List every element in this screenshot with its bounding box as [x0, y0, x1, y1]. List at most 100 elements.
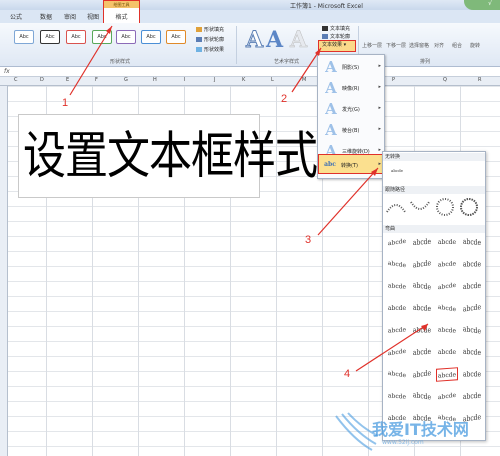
- transform-warp-option[interactable]: abcde: [386, 256, 408, 272]
- transform-warp-option[interactable]: abcde: [411, 234, 433, 252]
- column-header[interactable]: D: [40, 77, 44, 83]
- wordart-group-label: 艺术字样式: [274, 59, 300, 65]
- tab-view[interactable]: 视图: [87, 12, 99, 21]
- shape-style-7[interactable]: Abc: [166, 30, 186, 44]
- chevron-right-icon: ▸: [378, 105, 381, 111]
- transform-warp-option[interactable]: abcde: [386, 279, 408, 294]
- window-controls[interactable]: √: [464, 0, 500, 10]
- text-outline-button[interactable]: 文本轮廓: [322, 33, 350, 40]
- text-effects-button[interactable]: 文本效果 ▾: [318, 40, 356, 52]
- follow-path-samples[interactable]: [383, 196, 486, 218]
- transform-warp-option[interactable]: abcde: [436, 257, 458, 272]
- chevron-right-icon: ▸: [378, 63, 381, 69]
- shape-style-5[interactable]: Abc: [116, 30, 136, 44]
- column-header[interactable]: G: [124, 77, 128, 83]
- shape-style-1[interactable]: Abc: [14, 30, 34, 44]
- transform-warp-option[interactable]: abcde: [436, 323, 458, 338]
- drawing-tools-header: 绘图工具: [104, 1, 139, 8]
- tab-format[interactable]: 绘图工具 格式: [103, 0, 140, 25]
- shape-style-2[interactable]: Abc: [40, 30, 60, 44]
- fx-icon[interactable]: fx: [4, 68, 10, 75]
- column-headers: C D E F G H I J K L M N O P Q R: [0, 77, 500, 86]
- align-button[interactable]: 对齐: [434, 42, 444, 49]
- check-icon[interactable]: √: [488, 0, 492, 7]
- group-button[interactable]: 组合: [452, 42, 462, 49]
- menu-item-glow[interactable]: A 发光(G) ▸: [320, 99, 384, 120]
- formula-bar[interactable]: fx: [0, 67, 500, 77]
- transform-warp-option[interactable]: abcde: [436, 388, 458, 404]
- transform-warp-option[interactable]: abcde: [436, 300, 458, 316]
- column-header[interactable]: I: [184, 77, 185, 83]
- column-header[interactable]: J: [214, 77, 215, 83]
- wordart-style-light[interactable]: A: [290, 27, 308, 54]
- transform-warp-option[interactable]: abcde: [386, 302, 408, 315]
- transform-warp-option[interactable]: abcde: [436, 346, 458, 359]
- column-header[interactable]: R: [478, 77, 481, 83]
- column-header[interactable]: Q: [443, 77, 447, 83]
- effects-icon: [196, 47, 202, 52]
- shape-style-3[interactable]: Abc: [66, 30, 86, 44]
- transform-warp-option[interactable]: abcde: [411, 344, 433, 362]
- selection-pane-button[interactable]: 选择窗格: [409, 42, 429, 49]
- text-fill-button[interactable]: 文本填充: [322, 25, 350, 32]
- menu-item-shadow[interactable]: A 阴影(S) ▸: [320, 57, 384, 78]
- tab-data[interactable]: 数据: [40, 12, 52, 21]
- transform-warp-option[interactable]: abcde: [386, 323, 408, 338]
- transform-warp-option[interactable]: abcde: [461, 344, 483, 362]
- arrange-group-label: 排列: [420, 59, 431, 65]
- transform-warp-option[interactable]: abcde: [461, 278, 483, 296]
- transform-warp-option[interactable]: abcde: [386, 366, 408, 382]
- send-backward-button[interactable]: 下移一层: [386, 42, 406, 49]
- transform-warp-option[interactable]: abcde: [436, 236, 458, 249]
- section-warp: 弯曲: [383, 225, 485, 233]
- transform-warp-option[interactable]: abcde: [411, 255, 433, 274]
- transform-warp-option[interactable]: abcde: [411, 300, 433, 318]
- wordart-style-outline[interactable]: A: [245, 27, 263, 54]
- menu-item-bevel[interactable]: A 棱台(B) ▸: [320, 120, 384, 141]
- column-header[interactable]: K: [242, 77, 245, 83]
- transform-warp-option[interactable]: abcde: [386, 234, 408, 250]
- text-box-content[interactable]: 设置文本框样式: [23, 121, 318, 192]
- transform-warp-option[interactable]: abcde: [411, 365, 433, 384]
- transform-warp-option[interactable]: abcde: [461, 234, 483, 252]
- column-header[interactable]: M: [302, 77, 306, 83]
- tab-review[interactable]: 审阅: [64, 12, 76, 21]
- column-header[interactable]: C: [14, 77, 18, 83]
- column-header[interactable]: H: [153, 77, 157, 83]
- menu-item-transform[interactable]: abc 转换(T) ▸: [318, 154, 385, 174]
- chevron-right-icon: ▸: [378, 84, 381, 90]
- shape-outline-button[interactable]: 形状轮廓: [196, 36, 224, 43]
- step-marker-4: 4: [344, 368, 351, 380]
- transform-warp-option[interactable]: abcde: [461, 256, 483, 272]
- chevron-right-icon: ▸: [378, 126, 381, 132]
- wordart-style-blue[interactable]: A: [266, 27, 283, 53]
- menu-item-reflection[interactable]: A 映像(R) ▸: [320, 78, 384, 99]
- transform-warp-selected[interactable]: abcde: [436, 367, 458, 382]
- column-header[interactable]: L: [271, 77, 274, 83]
- sheet-text-box[interactable]: 设置文本框样式: [18, 114, 318, 198]
- transform-warp-option[interactable]: abcde: [461, 366, 483, 382]
- transform-warp-option[interactable]: abcde: [461, 388, 483, 406]
- transform-warp-option[interactable]: abcde: [386, 344, 408, 360]
- shape-effects-button[interactable]: 形状效果: [196, 46, 224, 53]
- transform-warp-option[interactable]: abcde: [411, 387, 433, 406]
- reflection-icon: A: [325, 79, 337, 97]
- transform-gallery: 无转换 abcde 跟随路径 弯曲 abcde abcde abcde abcde ab…: [382, 151, 486, 441]
- transform-warp-option[interactable]: abcde: [461, 321, 483, 340]
- rotate-button[interactable]: 旋转: [470, 42, 480, 49]
- glow-icon: A: [325, 100, 337, 118]
- transform-warp-option[interactable]: abcde: [461, 299, 483, 318]
- transform-warp-option[interactable]: abcde: [411, 322, 433, 338]
- transform-warp-option[interactable]: abcde: [411, 277, 433, 296]
- column-header[interactable]: P: [392, 77, 395, 83]
- transform-none[interactable]: abcde: [386, 164, 408, 177]
- shape-style-4[interactable]: Abc: [92, 30, 112, 44]
- shape-fill-button[interactable]: 形状填充: [196, 26, 224, 33]
- bring-forward-button[interactable]: 上移一层: [362, 42, 382, 49]
- column-header[interactable]: F: [95, 77, 98, 83]
- column-header[interactable]: E: [66, 77, 69, 83]
- transform-warp-option[interactable]: abcde: [386, 389, 408, 404]
- tab-formulas[interactable]: 公式: [10, 12, 22, 21]
- transform-warp-option[interactable]: abcde: [436, 278, 458, 294]
- shape-style-6[interactable]: Abc: [141, 30, 161, 44]
